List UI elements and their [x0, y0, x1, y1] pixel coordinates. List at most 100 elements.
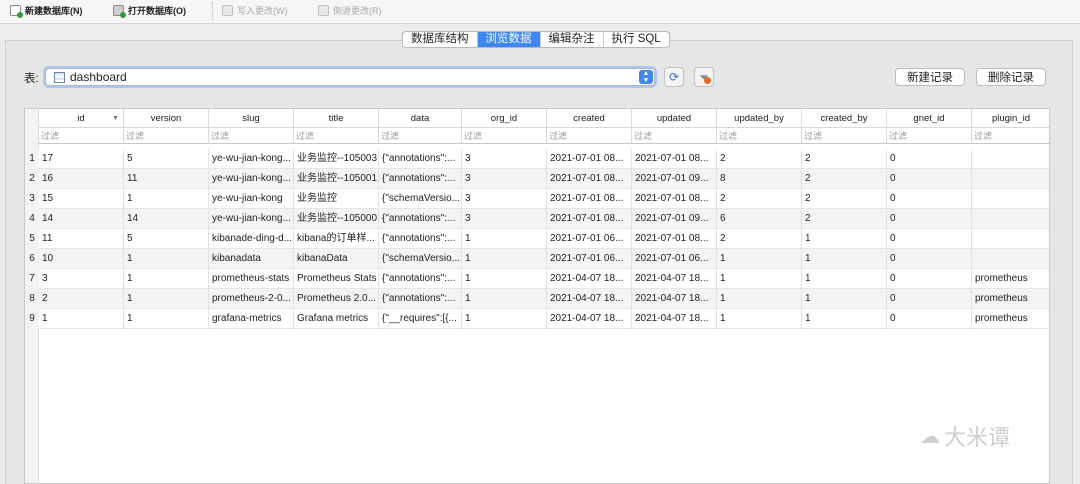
- cell-slug[interactable]: ye-wu-jian-kong: [209, 189, 294, 209]
- cell-created[interactable]: 2021-04-07 18...: [547, 269, 632, 289]
- cell-plugin-id[interactable]: [972, 189, 1049, 209]
- cell-org-id[interactable]: 1: [462, 269, 547, 289]
- cell-version[interactable]: 1: [124, 289, 209, 309]
- cell-updated[interactable]: 2021-04-07 18...: [632, 309, 717, 329]
- cell-slug[interactable]: prometheus-stats: [209, 269, 294, 289]
- filter-input-updated-by[interactable]: 过滤: [717, 128, 802, 144]
- cell-version[interactable]: 1: [124, 269, 209, 289]
- cell-slug[interactable]: ye-wu-jian-kong...: [209, 209, 294, 229]
- cell-updated[interactable]: 2021-07-01 08...: [632, 149, 717, 169]
- filter-input-version[interactable]: 过滤: [124, 128, 209, 144]
- column-header-plugin-id[interactable]: plugin_id: [972, 109, 1049, 128]
- tab-browse-data[interactable]: 浏览数据: [477, 32, 541, 47]
- table-row[interactable]: 2 16 11 ye-wu-jian-kong... 业务监控--105001 {"ann…: [25, 169, 1049, 189]
- row-number[interactable]: 9: [25, 309, 39, 329]
- new-record-button[interactable]: 新建记录: [895, 68, 965, 86]
- cell-slug[interactable]: kibanade-ding-d...: [209, 229, 294, 249]
- cell-created-by[interactable]: 1: [802, 289, 887, 309]
- cell-created-by[interactable]: 2: [802, 169, 887, 189]
- row-number[interactable]: 3: [25, 189, 39, 209]
- cell-plugin-id[interactable]: [972, 169, 1049, 189]
- filter-input-plugin-id[interactable]: 过滤: [972, 128, 1049, 144]
- cell-version[interactable]: 5: [124, 229, 209, 249]
- cell-data[interactable]: {"schemaVersio...: [379, 249, 462, 269]
- cell-org-id[interactable]: 1: [462, 289, 547, 309]
- cell-slug[interactable]: kibanadata: [209, 249, 294, 269]
- column-header-org-id[interactable]: org_id: [462, 109, 547, 128]
- cell-plugin-id[interactable]: [972, 149, 1049, 169]
- cell-id[interactable]: 17: [39, 149, 124, 169]
- cell-created[interactable]: 2021-07-01 06...: [547, 249, 632, 269]
- write-changes-button[interactable]: 写入更改(W): [222, 2, 288, 18]
- cell-updated[interactable]: 2021-07-01 09...: [632, 209, 717, 229]
- row-number[interactable]: 8: [25, 289, 39, 309]
- table-row[interactable]: 7 3 1 prometheus-stats Prometheus Stats {"ann…: [25, 269, 1049, 289]
- cell-updated[interactable]: 2021-07-01 09...: [632, 169, 717, 189]
- table-row[interactable]: 8 2 1 prometheus-2-0... Prometheus 2.0... {"a…: [25, 289, 1049, 309]
- cell-created-by[interactable]: 2: [802, 189, 887, 209]
- cell-gnet-id[interactable]: 0: [887, 269, 972, 289]
- cell-title[interactable]: Grafana metrics: [294, 309, 379, 329]
- filter-input-created-by[interactable]: 过滤: [802, 128, 887, 144]
- cell-created[interactable]: 2021-04-07 18...: [547, 289, 632, 309]
- cell-updated-by[interactable]: 1: [717, 269, 802, 289]
- cell-title[interactable]: kibana的订单样...: [294, 229, 379, 249]
- cell-org-id[interactable]: 3: [462, 149, 547, 169]
- cell-org-id[interactable]: 3: [462, 209, 547, 229]
- cell-version[interactable]: 1: [124, 309, 209, 329]
- filter-input-data[interactable]: 过滤: [379, 128, 462, 144]
- table-row[interactable]: 1 17 5 ye-wu-jian-kong... 业务监控--105003 {"anno…: [25, 149, 1049, 169]
- column-header-data[interactable]: data: [379, 109, 462, 128]
- cell-updated-by[interactable]: 8: [717, 169, 802, 189]
- table-row[interactable]: 5 11 5 kibanade-ding-d... kibana的订单样... {"ann…: [25, 229, 1049, 249]
- cell-created-by[interactable]: 1: [802, 309, 887, 329]
- cell-org-id[interactable]: 3: [462, 169, 547, 189]
- cell-created-by[interactable]: 1: [802, 269, 887, 289]
- row-number[interactable]: 4: [25, 209, 39, 229]
- cell-org-id[interactable]: 1: [462, 229, 547, 249]
- cell-id[interactable]: 3: [39, 269, 124, 289]
- table-row[interactable]: 9 1 1 grafana-metrics Grafana metrics {"__req…: [25, 309, 1049, 329]
- column-header-slug[interactable]: slug: [209, 109, 294, 128]
- cell-version[interactable]: 1: [124, 189, 209, 209]
- column-header-title[interactable]: title: [294, 109, 379, 128]
- cell-id[interactable]: 15: [39, 189, 124, 209]
- row-number[interactable]: 2: [25, 169, 39, 189]
- chevron-updown-icon[interactable]: ▲ ▼: [639, 70, 653, 84]
- cell-updated-by[interactable]: 1: [717, 249, 802, 269]
- cell-data[interactable]: {"annotations":...: [379, 149, 462, 169]
- cell-data[interactable]: {"annotations":...: [379, 269, 462, 289]
- cell-created[interactable]: 2021-07-01 08...: [547, 209, 632, 229]
- clear-filters-button[interactable]: ⏷: [694, 67, 714, 87]
- cell-gnet-id[interactable]: 0: [887, 209, 972, 229]
- column-header-created-by[interactable]: created_by: [802, 109, 887, 128]
- cell-slug[interactable]: ye-wu-jian-kong...: [209, 149, 294, 169]
- filter-input-created[interactable]: 过滤: [547, 128, 632, 144]
- cell-data[interactable]: {"annotations":...: [379, 229, 462, 249]
- cell-created-by[interactable]: 1: [802, 229, 887, 249]
- cell-updated[interactable]: 2021-07-01 08...: [632, 229, 717, 249]
- open-database-button[interactable]: 打开数据库(O): [113, 2, 186, 18]
- cell-version[interactable]: 5: [124, 149, 209, 169]
- cell-title[interactable]: kibanaData: [294, 249, 379, 269]
- cell-plugin-id[interactable]: prometheus: [972, 289, 1049, 309]
- cell-slug[interactable]: prometheus-2-0...: [209, 289, 294, 309]
- tab-edit-pragmas[interactable]: 编辑杂注: [541, 32, 604, 47]
- revert-changes-button[interactable]: 倒退更改(R): [318, 2, 382, 18]
- new-database-button[interactable]: 新建数据库(N): [10, 2, 83, 18]
- cell-data[interactable]: {"__requires":[{...: [379, 309, 462, 329]
- cell-created-by[interactable]: 1: [802, 249, 887, 269]
- cell-gnet-id[interactable]: 0: [887, 149, 972, 169]
- tab-execute-sql[interactable]: 执行 SQL: [604, 32, 669, 47]
- cell-id[interactable]: 10: [39, 249, 124, 269]
- cell-gnet-id[interactable]: 0: [887, 169, 972, 189]
- cell-created[interactable]: 2021-07-01 08...: [547, 149, 632, 169]
- column-header-updated[interactable]: updated: [632, 109, 717, 128]
- cell-updated-by[interactable]: 1: [717, 289, 802, 309]
- column-header-version[interactable]: version: [124, 109, 209, 128]
- cell-title[interactable]: 业务监控: [294, 189, 379, 209]
- cell-updated-by[interactable]: 2: [717, 189, 802, 209]
- filter-input-slug[interactable]: 过滤: [209, 128, 294, 144]
- cell-title[interactable]: 业务监控--105000: [294, 209, 379, 229]
- cell-updated-by[interactable]: 1: [717, 309, 802, 329]
